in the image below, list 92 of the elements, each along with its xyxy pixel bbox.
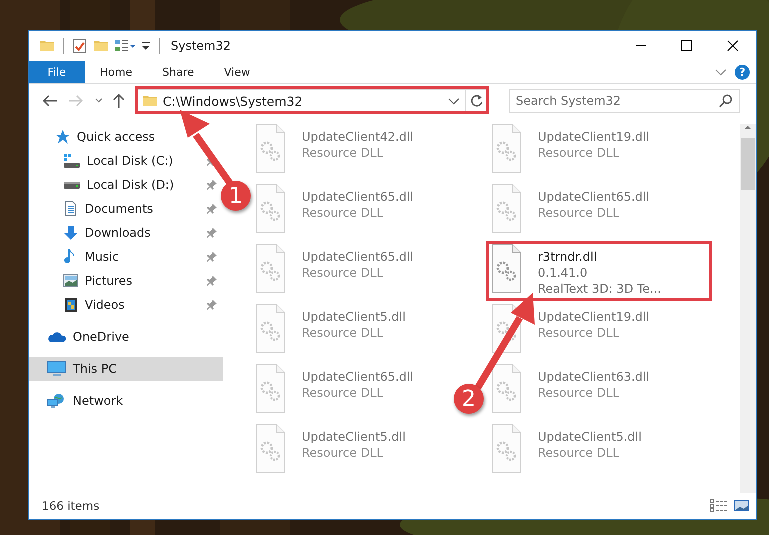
dll-file-icon bbox=[255, 304, 287, 354]
sidebar-item[interactable]: Network bbox=[29, 389, 223, 413]
forward-arrow-icon bbox=[68, 94, 84, 108]
file-detail: Resource DLL bbox=[538, 446, 620, 460]
document-icon bbox=[63, 201, 79, 217]
ribbon-tab[interactable]: Share bbox=[147, 61, 210, 83]
search-field[interactable]: Search System32 bbox=[509, 89, 740, 113]
sidebar-item[interactable]: Videos bbox=[29, 293, 223, 317]
details-view-icon bbox=[710, 499, 728, 513]
file-name[interactable]: UpdateClient65.dll bbox=[302, 370, 414, 384]
dll-file-icon bbox=[491, 304, 523, 354]
file-detail: Resource DLL bbox=[538, 146, 620, 160]
file-name[interactable]: UpdateClient5.dll bbox=[302, 310, 406, 324]
dll-file-icon bbox=[255, 184, 287, 234]
dll-file-icon bbox=[491, 124, 523, 174]
file-name[interactable]: UpdateClient19.dll bbox=[538, 310, 650, 324]
window-title: System32 bbox=[171, 39, 232, 53]
pin-icon bbox=[207, 252, 217, 262]
download-icon bbox=[63, 225, 79, 241]
dll-file-icon bbox=[491, 364, 523, 414]
dll-file-icon bbox=[255, 124, 287, 174]
pin-icon bbox=[207, 204, 217, 214]
file-name[interactable]: UpdateClient5.dll bbox=[302, 430, 406, 444]
help-button[interactable]: ? bbox=[735, 64, 750, 80]
dll-file-icon bbox=[491, 184, 523, 234]
dll-file-icon bbox=[255, 244, 287, 294]
scroll-up-icon bbox=[744, 124, 752, 130]
file-detail: Resource DLL bbox=[538, 206, 620, 220]
scroll-thumb[interactable] bbox=[741, 138, 755, 190]
file-name[interactable]: UpdateClient5.dll bbox=[538, 430, 642, 444]
picture-icon bbox=[63, 273, 79, 289]
sidebar-item[interactable]: This PC bbox=[29, 357, 223, 381]
monitor-icon bbox=[47, 361, 67, 377]
cloud-icon bbox=[47, 330, 67, 344]
pin-icon bbox=[207, 228, 217, 238]
file-detail: Resource DLL bbox=[302, 206, 384, 220]
file-name[interactable]: r3trndr.dll bbox=[538, 250, 662, 264]
file-detail: 0.1.41.0 bbox=[538, 266, 589, 280]
sidebar-item[interactable]: Documents bbox=[29, 197, 223, 221]
pin-icon bbox=[207, 300, 217, 310]
folder-icon bbox=[142, 93, 158, 109]
file-detail: Resource DLL bbox=[538, 386, 620, 400]
back-arrow-icon bbox=[42, 94, 58, 108]
properties-icon bbox=[114, 38, 136, 54]
sidebar-item[interactable]: Quick access bbox=[29, 125, 223, 149]
item-count: 166 items bbox=[42, 499, 100, 513]
ribbon-tab[interactable]: View bbox=[209, 61, 266, 83]
sidebar-item[interactable]: Local Disk (D:) bbox=[29, 173, 223, 197]
drive-icon bbox=[63, 153, 81, 169]
dll-file-icon bbox=[491, 424, 523, 474]
file-name[interactable]: UpdateClient19.dll bbox=[538, 130, 650, 144]
dll-file-icon bbox=[255, 424, 287, 474]
checklist-icon bbox=[72, 38, 88, 54]
folder-icon bbox=[93, 38, 109, 54]
network-icon bbox=[47, 393, 67, 409]
file-menu-button[interactable]: File bbox=[29, 61, 85, 83]
refresh-icon bbox=[470, 94, 484, 108]
pin-icon bbox=[207, 276, 217, 286]
ribbon-tab[interactable]: Home bbox=[85, 61, 148, 83]
file-detail: RealText 3D: 3D Te... bbox=[538, 282, 662, 296]
file-detail: Resource DLL bbox=[302, 386, 384, 400]
file-name[interactable]: UpdateClient65.dll bbox=[302, 190, 414, 204]
sidebar-item[interactable]: Downloads bbox=[29, 221, 223, 245]
file-detail: Resource DLL bbox=[538, 326, 620, 340]
sidebar-item[interactable]: Pictures bbox=[29, 269, 223, 293]
scrollbar[interactable] bbox=[740, 124, 756, 493]
file-detail: Resource DLL bbox=[302, 446, 384, 460]
file-detail: Resource DLL bbox=[302, 146, 384, 160]
maximize-icon bbox=[681, 40, 693, 52]
up-arrow-icon bbox=[112, 93, 126, 109]
dll-file-icon bbox=[255, 364, 287, 414]
caret-icon bbox=[95, 98, 103, 104]
sidebar-item[interactable]: OneDrive bbox=[29, 325, 223, 349]
file-name[interactable]: UpdateClient63.dll bbox=[538, 370, 650, 384]
star-icon bbox=[55, 129, 71, 145]
chevron-icon bbox=[715, 67, 727, 77]
address-field[interactable]: C:\Windows\System32 bbox=[137, 89, 489, 113]
file-detail: Resource DLL bbox=[302, 266, 384, 280]
thumbnail-view-icon bbox=[734, 499, 750, 513]
file-name[interactable]: UpdateClient65.dll bbox=[538, 190, 650, 204]
file-detail: Resource DLL bbox=[302, 326, 384, 340]
file-name[interactable]: UpdateClient65.dll bbox=[302, 250, 414, 264]
folder-icon bbox=[39, 38, 55, 54]
file-name[interactable]: UpdateClient42.dll bbox=[302, 130, 414, 144]
chevron-icon bbox=[448, 96, 460, 106]
dll-file-icon bbox=[491, 244, 523, 294]
sidebar-item[interactable]: Music bbox=[29, 245, 223, 269]
close-icon bbox=[727, 40, 739, 52]
film-icon bbox=[63, 297, 79, 313]
drive-icon bbox=[63, 182, 81, 188]
pin-icon bbox=[207, 180, 217, 190]
search-icon bbox=[719, 94, 733, 108]
